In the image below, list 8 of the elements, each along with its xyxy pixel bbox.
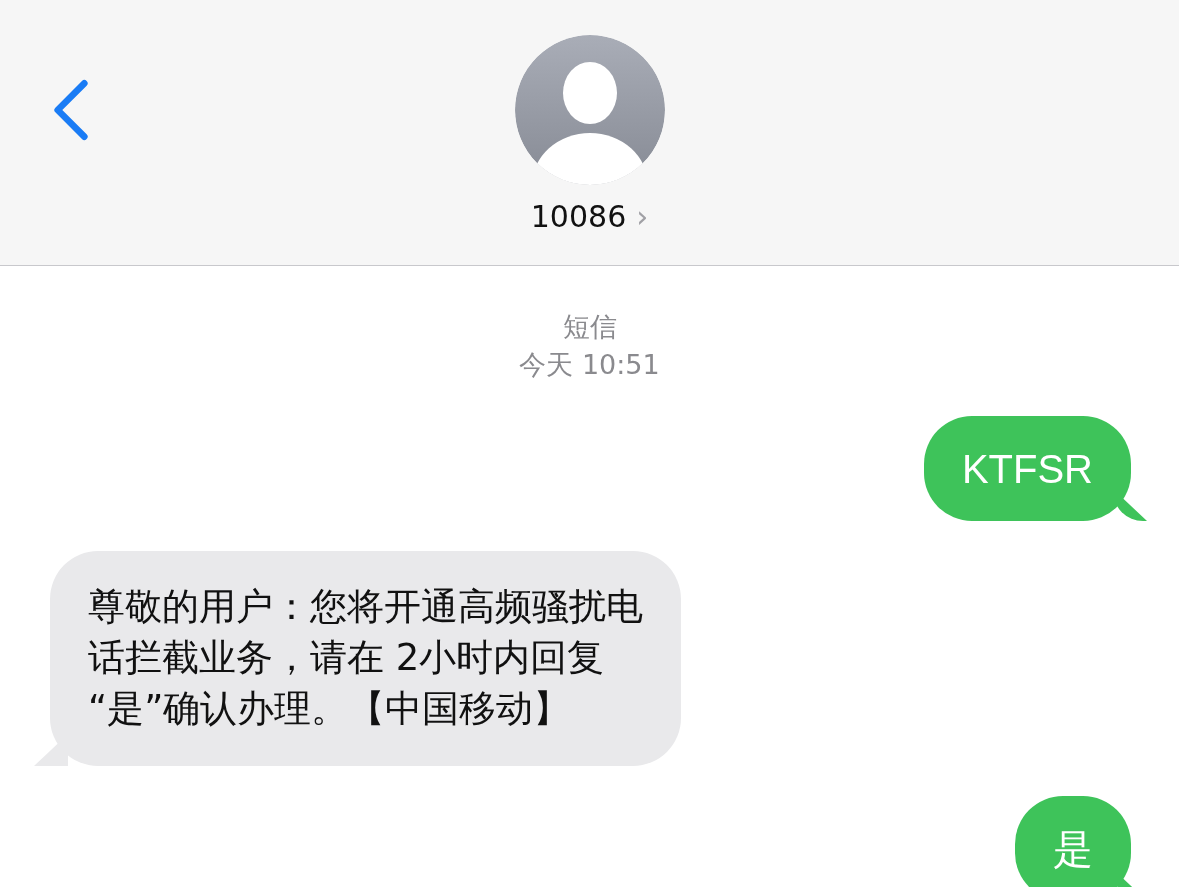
message-bubble: 尊敬的用户：您将开通高频骚扰电 话拦截业务，请在 2小时内回复 “是”确认办理。【中国移动】: [50, 551, 681, 766]
message-service-label: 短信: [562, 310, 617, 344]
message-timestamp: 今天 10:51: [519, 348, 660, 382]
avatar-icon[interactable]: [514, 35, 665, 185]
message-bubble: KTFSR: [923, 416, 1131, 521]
contact-name[interactable]: 10086: [530, 199, 627, 234]
back-icon[interactable]: [52, 78, 90, 142]
message-bubble: 是: [1015, 796, 1131, 887]
